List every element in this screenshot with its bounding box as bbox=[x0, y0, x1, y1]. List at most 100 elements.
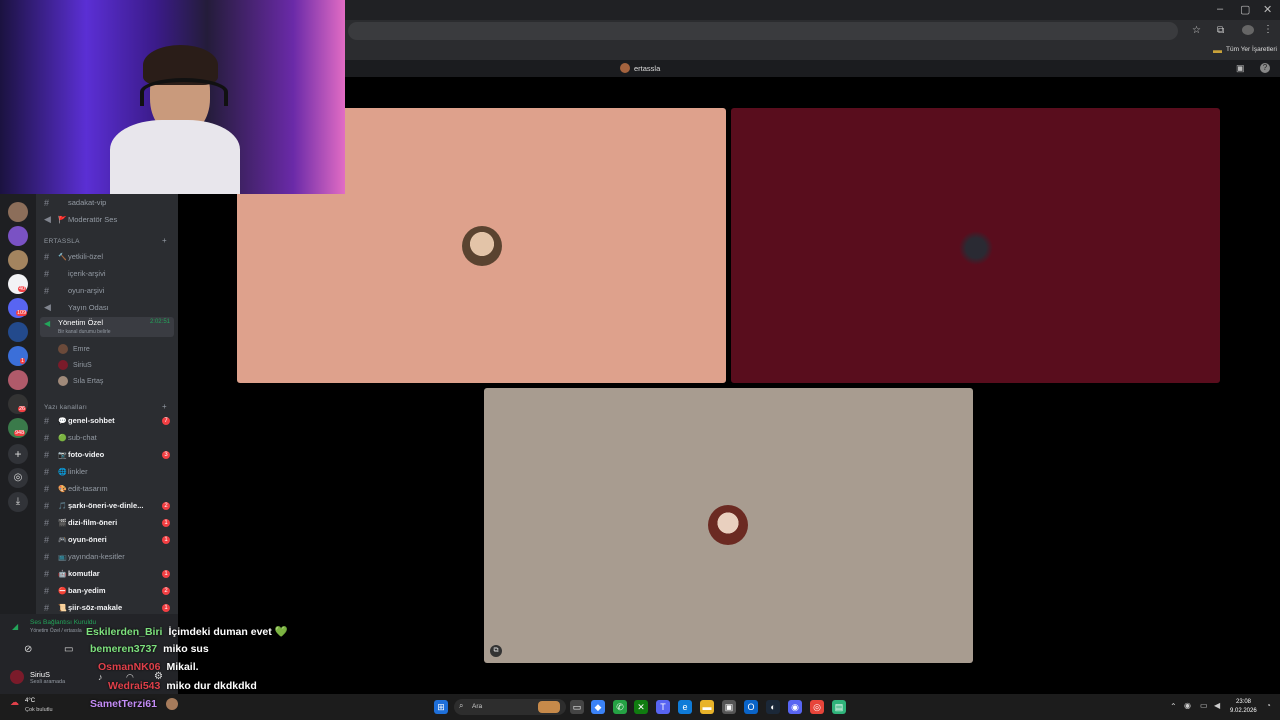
video-tile-3[interactable]: ⧉ bbox=[484, 388, 973, 663]
channel-item[interactable]: # 🎵 şarkı-öneri-ve-dinle... 2 bbox=[44, 498, 176, 513]
chrome-icon[interactable]: ◎ bbox=[810, 700, 824, 714]
speaker-icon: ◀ bbox=[44, 214, 51, 224]
edge-icon[interactable]: e bbox=[678, 700, 692, 714]
voice-user[interactable]: SiriuS bbox=[58, 360, 92, 370]
teams-icon[interactable]: T bbox=[656, 700, 670, 714]
address-bar[interactable] bbox=[348, 22, 1178, 40]
channel-item[interactable]: # 🔨 yetkili-özel bbox=[44, 249, 176, 264]
server-icon[interactable] bbox=[8, 226, 28, 246]
profile-icon[interactable] bbox=[1242, 25, 1254, 35]
server-icon[interactable]: 109 bbox=[8, 298, 28, 318]
channel-item[interactable]: # 🟢 sub-chat bbox=[44, 430, 176, 445]
add-channel-icon[interactable]: + bbox=[162, 402, 167, 411]
username: SiriuS bbox=[30, 670, 51, 679]
all-bookmarks-link[interactable]: Tüm Yer İşaretleri bbox=[1226, 46, 1277, 53]
channel-item[interactable]: # 🌐 linkler bbox=[44, 464, 176, 479]
add-server-icon[interactable]: + bbox=[8, 444, 28, 464]
hash-icon: # bbox=[44, 602, 50, 613]
avatar bbox=[956, 228, 996, 268]
channel-item[interactable]: # 🤖 komutlar 1 bbox=[44, 566, 176, 581]
avatar[interactable] bbox=[10, 670, 24, 684]
tray-icon[interactable]: ◉ bbox=[1184, 701, 1191, 710]
chat-message: bemeren3737 miko sus bbox=[90, 643, 209, 655]
app-icon[interactable]: ▤ bbox=[832, 700, 846, 714]
minimize-button[interactable]: – bbox=[1217, 3, 1223, 15]
channel-item[interactable]: # 🎨 edit-tasarım bbox=[44, 481, 176, 496]
channel-item[interactable]: # 🎮 oyun-öneri 1 bbox=[44, 532, 176, 547]
avatar bbox=[58, 376, 68, 386]
close-button[interactable]: ✕ bbox=[1263, 3, 1272, 16]
weather-desc: Çok bulutlu bbox=[25, 707, 53, 713]
server-icon[interactable] bbox=[8, 202, 28, 222]
channel-item[interactable]: # oyun-arşivi bbox=[44, 283, 176, 298]
channel-item[interactable]: # 🎬 dizi-film-öneri 1 bbox=[44, 515, 176, 530]
maximize-button[interactable]: ▢ bbox=[1240, 3, 1250, 16]
menu-icon[interactable]: ⋮ bbox=[1263, 24, 1273, 35]
help-icon[interactable]: ? bbox=[1260, 63, 1270, 73]
taskbar-search[interactable]: ⌕ Ara bbox=[454, 699, 566, 715]
server-icon[interactable]: 40 bbox=[8, 274, 28, 294]
channel-status[interactable]: Bir kanal durumu belirle bbox=[58, 329, 111, 335]
active-voice-channel[interactable]: ◀ Yönetim Özel 2:02:51 Bir kanal durumu … bbox=[40, 317, 174, 337]
voice-channel-item[interactable]: ◀ Yayın Odası bbox=[44, 300, 176, 315]
chevron-up-icon[interactable]: ⌃ bbox=[1170, 702, 1177, 711]
chat-username: OsmanNK06 bbox=[98, 661, 161, 673]
whatsapp-icon[interactable]: ✆ bbox=[613, 700, 627, 714]
screen-share-icon[interactable]: ▭ bbox=[64, 644, 73, 655]
camera-off-icon[interactable]: ⊘ bbox=[24, 644, 32, 655]
pop-out-icon[interactable]: ⧉ bbox=[490, 645, 502, 657]
category-header[interactable]: Yazı kanalları bbox=[44, 404, 87, 411]
server-icon[interactable]: 26 bbox=[8, 394, 28, 414]
clock-date[interactable]: 9.02.2026 bbox=[1230, 708, 1257, 714]
voice-channel-item[interactable]: ◀ 🚩 Moderatör Ses bbox=[44, 212, 176, 227]
category-header[interactable]: ERTASSLA bbox=[44, 238, 80, 245]
unread-badge: 3 bbox=[162, 450, 170, 459]
windows-start-icon[interactable]: ⊞ bbox=[434, 700, 448, 714]
copilot-icon[interactable]: ◆ bbox=[591, 700, 605, 714]
discord-icon[interactable]: ◉ bbox=[788, 700, 802, 714]
webcam-overlay bbox=[0, 0, 345, 194]
channel-item[interactable]: # 📷 foto-video 3 bbox=[44, 447, 176, 462]
voice-user[interactable]: Emre bbox=[58, 344, 90, 354]
server-icon bbox=[620, 63, 630, 73]
voice-timer: 2:02:51 bbox=[149, 319, 170, 325]
file-explorer-icon[interactable]: ▬ bbox=[700, 700, 714, 714]
inbox-icon[interactable]: ▣ bbox=[1236, 63, 1245, 74]
server-icon[interactable] bbox=[8, 370, 28, 390]
clock-time[interactable]: 23:08 bbox=[1236, 699, 1251, 705]
download-icon[interactable]: ⤓ bbox=[8, 492, 28, 512]
speaker-icon: ◀ bbox=[44, 302, 51, 312]
server-icon[interactable]: 948 bbox=[8, 418, 28, 438]
discover-icon[interactable]: ◎ bbox=[8, 468, 28, 488]
add-channel-icon[interactable]: + bbox=[162, 236, 167, 245]
channel-item[interactable]: # 💬 genel-sohbet 7 bbox=[44, 413, 176, 428]
outlook-icon[interactable]: O bbox=[744, 700, 758, 714]
xbox-icon[interactable]: ✕ bbox=[634, 700, 648, 714]
channel-item[interactable]: # ⛔ ban-yedim 2 bbox=[44, 583, 176, 598]
notification-icon[interactable]: ◔ bbox=[1266, 701, 1271, 710]
voice-user[interactable]: Sıla Ertaş bbox=[58, 376, 103, 386]
server-icon[interactable] bbox=[8, 322, 28, 342]
video-tile-2[interactable] bbox=[731, 108, 1220, 383]
channel-item[interactable]: # içerik-arşivi bbox=[44, 266, 176, 281]
channel-item[interactable]: # 📺 yayından-kesitler bbox=[44, 549, 176, 564]
volume-icon[interactable]: ◀ bbox=[1214, 701, 1220, 710]
store-icon[interactable]: ▣ bbox=[722, 700, 736, 714]
unread-badge: 7 bbox=[162, 416, 170, 425]
network-icon[interactable]: ▭ bbox=[1200, 701, 1208, 710]
bookmark-star-icon[interactable]: ☆ bbox=[1192, 25, 1201, 36]
extensions-icon[interactable]: ⧉ bbox=[1217, 25, 1224, 36]
microphone-icon[interactable]: ♪ bbox=[98, 672, 103, 682]
chat-text: miko sus bbox=[163, 643, 209, 655]
connection-channel[interactable]: Yönetim Özel / ertassla bbox=[30, 628, 82, 634]
chat-message: OsmanNK06 Mikail. bbox=[98, 661, 199, 673]
server-badge: 109 bbox=[16, 310, 28, 316]
server-icon[interactable] bbox=[8, 250, 28, 270]
chat-text: miko dur dkdkdkd bbox=[166, 680, 257, 692]
channel-item[interactable]: # sadakat-vip bbox=[44, 195, 176, 210]
task-view-icon[interactable]: ▭ bbox=[570, 700, 584, 714]
server-icon[interactable]: 1 bbox=[8, 346, 28, 366]
channel-item[interactable]: # 📜 şiir-söz-makale 1 bbox=[44, 600, 176, 615]
server-badge: 40 bbox=[18, 286, 27, 292]
steam-icon[interactable]: ◐ bbox=[766, 700, 780, 714]
